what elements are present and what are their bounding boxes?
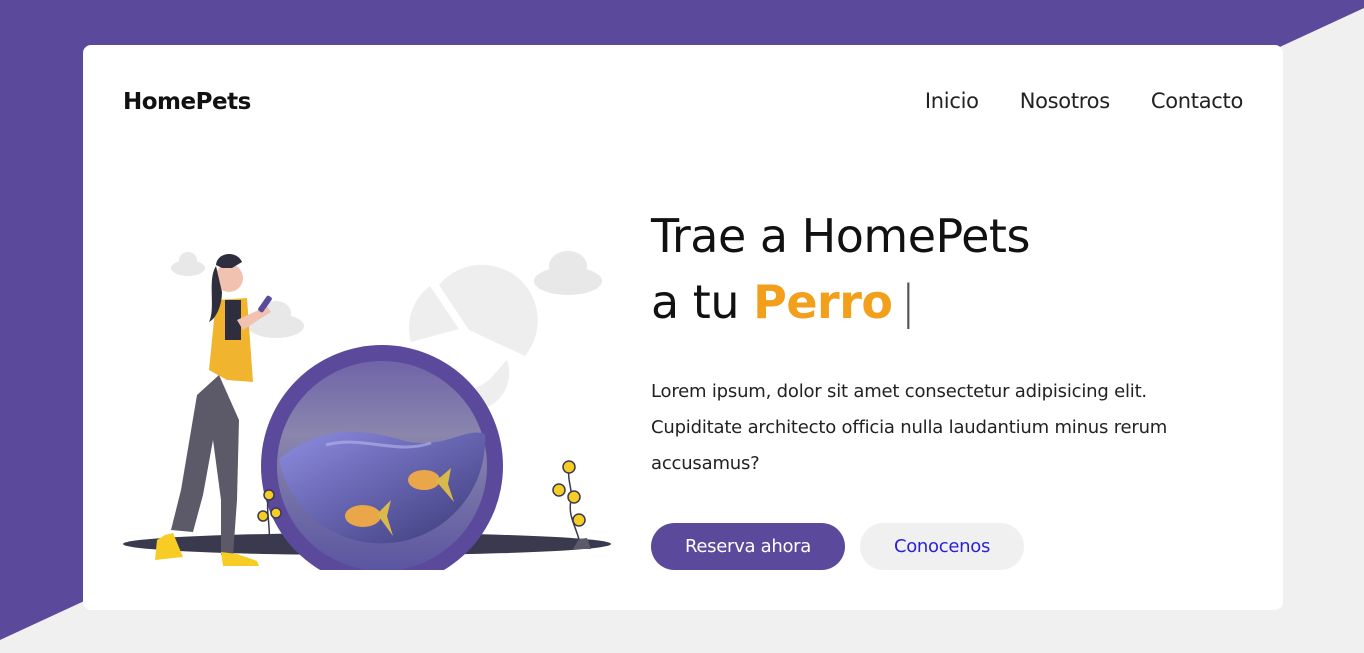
typing-caret: | [900, 275, 917, 329]
hero-illustration [123, 251, 611, 570]
hero-title-line2-prefix: a tu [651, 275, 740, 329]
hero-title-highlight: Perro [753, 275, 893, 329]
hero-title-line1: Trae a HomePets [651, 209, 1030, 263]
hero-description: Lorem ipsum, dolor sit amet consectetur … [651, 381, 1168, 474]
nav-item-nosotros[interactable]: Nosotros [1020, 89, 1110, 113]
hero-title: Trae a HomePets a tu Perro | [651, 203, 1030, 335]
reserve-now-button[interactable]: Reserva ahora [651, 523, 845, 570]
person-icon [155, 254, 272, 566]
hero-card: HomePets Inicio Nosotros Contacto Trae a… [83, 45, 1283, 610]
main-nav: Inicio Nosotros Contacto [925, 89, 1243, 113]
fishbowl-icon [261, 345, 503, 570]
nav-item-contacto[interactable]: Contacto [1151, 89, 1243, 113]
nav-item-inicio[interactable]: Inicio [925, 89, 979, 113]
brand-logo[interactable]: HomePets [123, 89, 251, 115]
learn-more-button[interactable]: Conocenos [860, 523, 1024, 570]
